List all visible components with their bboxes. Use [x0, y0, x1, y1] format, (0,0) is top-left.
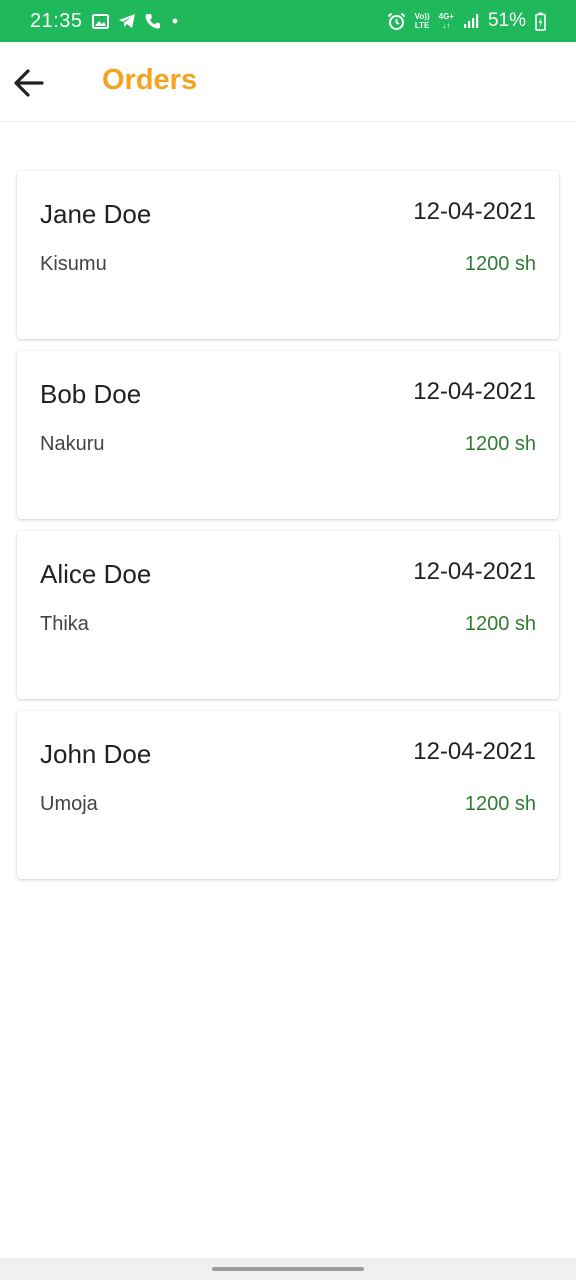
telegram-icon — [118, 13, 136, 29]
order-date: 12-04-2021 — [413, 378, 536, 405]
order-card[interactable]: John Doe 12-04-2021 Umoja 1200 sh — [17, 711, 559, 879]
status-right: Vo)) LTE 4G+ ↓↑ 51% — [387, 10, 546, 32]
home-gesture-handle[interactable] — [212, 1267, 364, 1271]
dot-icon — [170, 16, 180, 26]
order-card[interactable]: Jane Doe 12-04-2021 Kisumu 1200 sh — [17, 171, 559, 339]
order-customer-name: John Doe — [40, 739, 152, 769]
data-type-label: 4G+ — [438, 12, 454, 21]
volte-indicator: Vo)) LTE — [415, 12, 430, 30]
status-bar: 21:35 Vo)) LTE 4G+ ↓↑ 51% — [0, 0, 576, 42]
order-location: Kisumu — [40, 253, 107, 275]
data-type-indicator: 4G+ ↓↑ — [439, 12, 454, 30]
signal-icon — [463, 13, 479, 29]
app-bar: Orders — [0, 42, 576, 122]
battery-percent: 51% — [487, 10, 526, 31]
image-icon — [91, 13, 109, 29]
order-location: Nakuru — [40, 433, 105, 455]
order-date: 12-04-2021 — [413, 198, 536, 225]
volte-top: Vo)) — [414, 12, 430, 21]
back-button[interactable] — [8, 62, 50, 104]
battery-charging-icon — [535, 12, 546, 31]
alarm-icon — [387, 12, 406, 31]
order-price: 1200 sh — [464, 253, 536, 275]
order-location: Thika — [40, 613, 89, 635]
arrow-back-icon — [14, 69, 44, 97]
order-customer-name: Bob Doe — [40, 379, 142, 409]
order-price: 1200 sh — [464, 433, 536, 455]
order-date: 12-04-2021 — [413, 558, 536, 585]
volte-bottom: LTE — [414, 21, 430, 30]
status-left: 21:35 — [30, 10, 180, 33]
status-time: 21:35 — [30, 9, 83, 32]
order-card[interactable]: Alice Doe 12-04-2021 Thika 1200 sh — [17, 531, 559, 699]
order-customer-name: Alice Doe — [40, 559, 152, 589]
phone-icon — [145, 13, 161, 29]
data-arrows-icon: ↓↑ — [442, 21, 451, 30]
order-price: 1200 sh — [464, 613, 536, 635]
system-nav-bar — [0, 1258, 576, 1280]
order-card[interactable]: Bob Doe 12-04-2021 Nakuru 1200 sh — [17, 351, 559, 519]
page-title: Orders — [102, 64, 198, 96]
order-date: 12-04-2021 — [413, 738, 536, 765]
order-list: Jane Doe 12-04-2021 Kisumu 1200 sh Bob D… — [17, 171, 559, 891]
order-customer-name: Jane Doe — [40, 199, 152, 229]
order-price: 1200 sh — [464, 793, 536, 815]
order-location: Umoja — [40, 793, 98, 815]
